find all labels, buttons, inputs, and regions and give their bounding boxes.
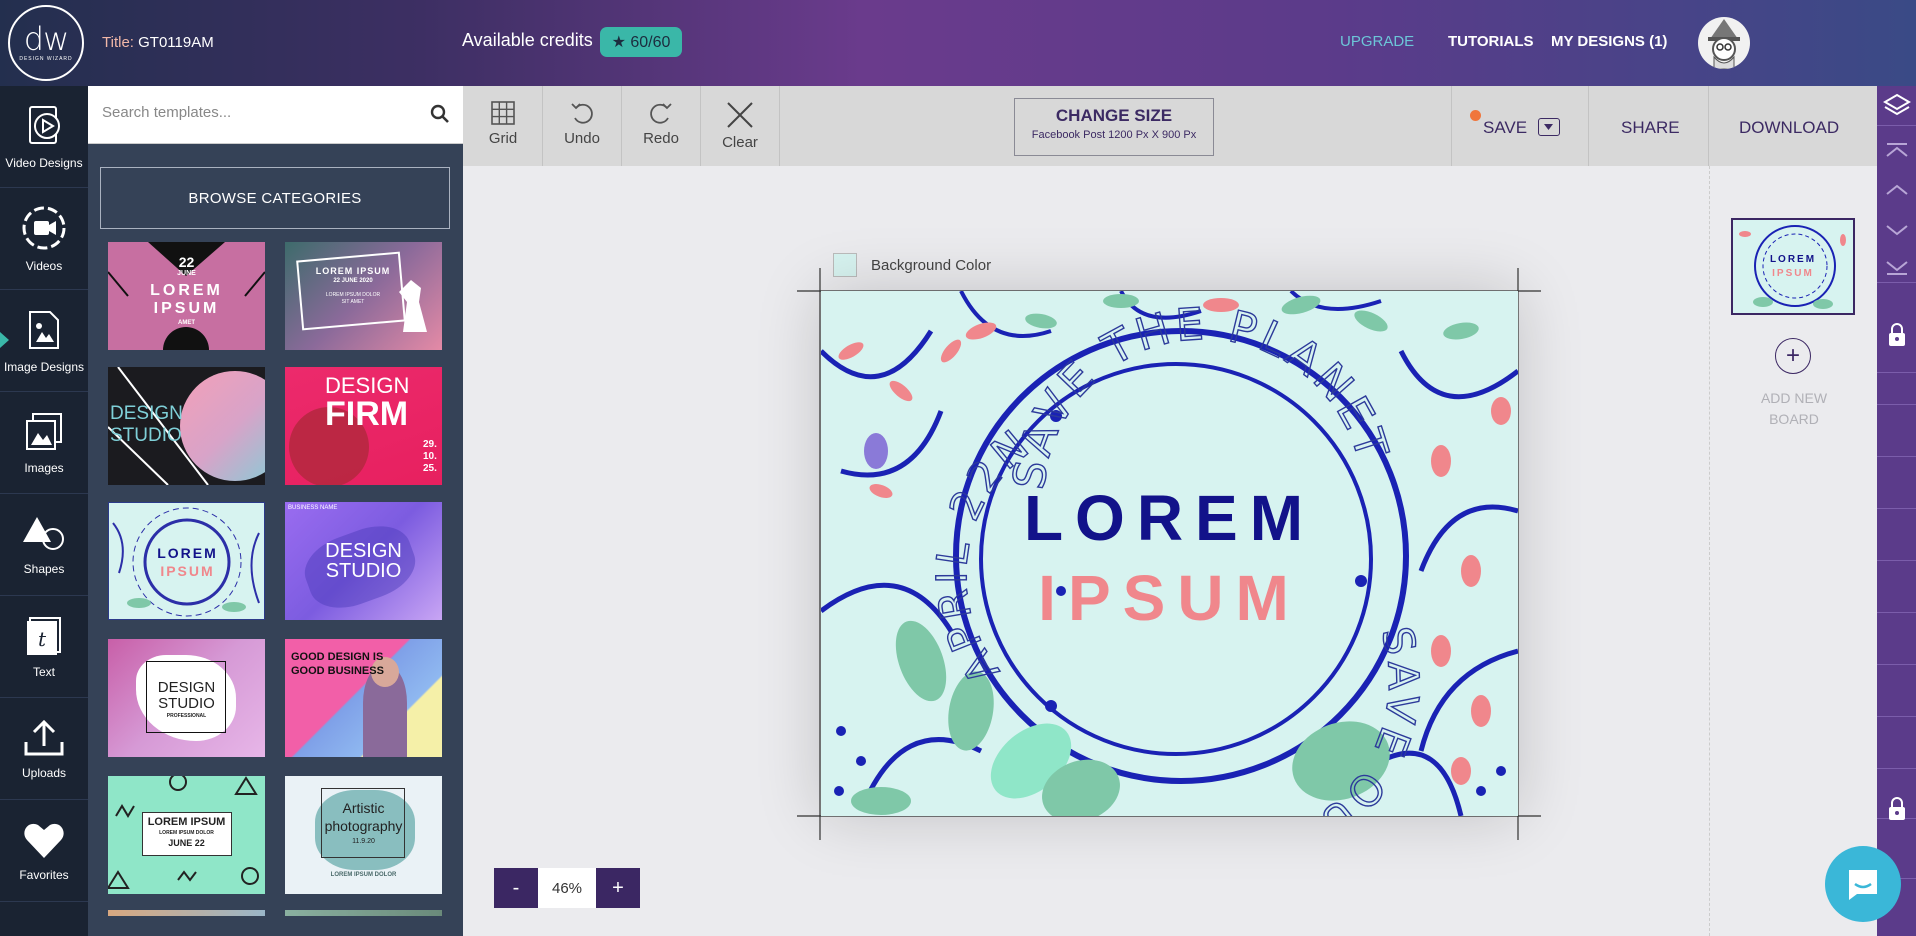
layers-icon[interactable] (1883, 92, 1911, 120)
move-to-top-icon[interactable] (1885, 142, 1909, 158)
chat-icon (1849, 870, 1877, 900)
board-thumb-text: LOREM (1769, 254, 1817, 265)
design-canvas[interactable]: SAVE THE PLANET APRIL 22ND SAVE OUR HOME… (821, 291, 1518, 816)
zoom-in-button[interactable]: + (596, 868, 640, 908)
chevron-up-icon[interactable] (1885, 182, 1909, 198)
arc-text-bottom: SAVE OUR HOME (1111, 622, 1428, 816)
arc-text-top: SAVE THE PLANET (1004, 299, 1399, 493)
layers-strip (1877, 86, 1916, 936)
zoom-out-button[interactable]: - (494, 868, 538, 908)
lock-icon[interactable] (1887, 322, 1907, 348)
add-board-label: ADD NEW BOARD (1760, 390, 1828, 427)
board-thumbnail[interactable]: LOREM IPSUM (1731, 218, 1855, 315)
zoom-level: 46% (538, 868, 596, 908)
design-editor: dw DESIGN WIZARD Title: GT0119AM Availab… (0, 0, 1916, 936)
chevron-down-icon[interactable] (1885, 222, 1909, 238)
move-to-bottom-icon[interactable] (1885, 260, 1909, 276)
chat-button[interactable] (1825, 846, 1901, 922)
lock-icon[interactable] (1887, 796, 1907, 822)
boards-panel: LOREM IPSUM + ADD NEW BOARD (1709, 166, 1877, 936)
board-thumb-text: IPSUM (1772, 268, 1814, 279)
zoom-control: - 46% + (494, 868, 640, 908)
add-board-button[interactable]: + (1775, 338, 1811, 374)
canvas-title-ipsum[interactable]: IPSUM (821, 561, 1518, 635)
canvas-title-lorem[interactable]: LOREM (821, 481, 1518, 555)
